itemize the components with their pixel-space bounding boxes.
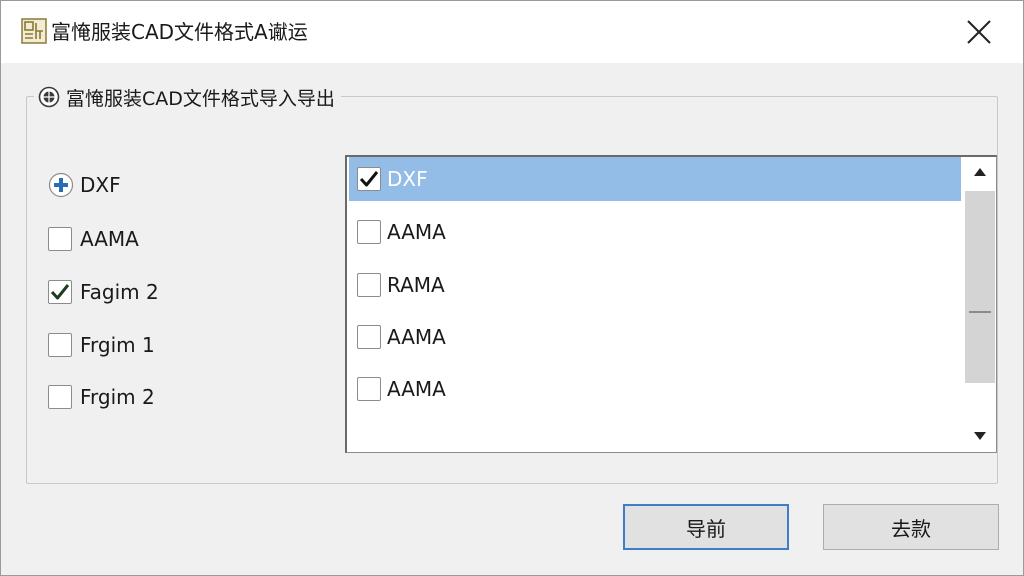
list-item[interactable]: DXF <box>349 157 961 201</box>
option-label: Frgim 1 <box>80 333 155 357</box>
list-item-label: DXF <box>387 167 428 191</box>
list-item-label: AAMA <box>387 325 446 349</box>
scroll-down-button[interactable] <box>963 421 996 451</box>
import-button[interactable]: 导前 <box>623 504 789 550</box>
list-item[interactable]: RAMA <box>349 263 961 307</box>
checkbox[interactable] <box>48 333 72 357</box>
triangle-up-icon <box>974 168 986 176</box>
list-item[interactable]: AAMA <box>349 367 961 411</box>
option-frgim-1[interactable]: Frgim 1 <box>48 330 155 360</box>
dialog-window: 富㤿服装CAD文件格式A谳运 富㤿服装CAD文件格式导入导出 DXF AAMA … <box>0 0 1024 576</box>
checkbox[interactable] <box>48 227 72 251</box>
title-bar[interactable]: 富㤿服装CAD文件格式A谳运 <box>1 1 1023 63</box>
app-logo-icon <box>21 18 47 44</box>
option-dxf[interactable]: DXF <box>48 170 121 200</box>
cancel-button[interactable]: 去款 <box>823 504 999 550</box>
list-item[interactable]: AAMA <box>349 210 961 254</box>
option-label: Frgim 2 <box>80 385 155 409</box>
checkbox[interactable] <box>357 167 381 191</box>
checkbox[interactable] <box>357 325 381 349</box>
option-frgim-2[interactable]: Frgim 2 <box>48 382 155 412</box>
checkmark-icon <box>359 171 379 187</box>
checkmark-icon <box>50 284 70 300</box>
option-label: Fagim 2 <box>80 280 159 304</box>
scroll-track[interactable] <box>965 191 995 383</box>
list-item-label: AAMA <box>387 377 446 401</box>
checkbox[interactable] <box>48 385 72 409</box>
plus-circle-icon <box>48 172 74 198</box>
vertical-scrollbar[interactable] <box>963 157 996 452</box>
checkbox[interactable] <box>357 377 381 401</box>
disc-icon <box>38 86 60 108</box>
scroll-up-button[interactable] <box>963 157 996 187</box>
checkbox[interactable] <box>48 280 72 304</box>
list-item[interactable]: AAMA <box>349 315 961 359</box>
expand-toggle[interactable] <box>48 172 74 198</box>
triangle-down-icon <box>974 432 986 440</box>
option-fagim-2[interactable]: Fagim 2 <box>48 277 159 307</box>
list-item-label: RAMA <box>387 273 445 297</box>
list-item-label: AAMA <box>387 220 446 244</box>
checkbox[interactable] <box>357 220 381 244</box>
window-title: 富㤿服装CAD文件格式A谳运 <box>51 20 308 44</box>
checkbox[interactable] <box>357 273 381 297</box>
groupbox-legend: 富㤿服装CAD文件格式导入导出 <box>34 85 341 110</box>
option-aama[interactable]: AAMA <box>48 224 139 254</box>
format-listbox[interactable]: DXF AAMA RAMA AAMA AAMA <box>345 155 997 453</box>
close-icon <box>967 20 991 44</box>
groupbox-title: 富㤿服装CAD文件格式导入导出 <box>66 87 335 110</box>
option-label: AAMA <box>80 227 139 251</box>
scroll-thumb-grip[interactable] <box>969 311 991 313</box>
close-button[interactable] <box>959 13 999 51</box>
dialog-client-area: 富㤿服装CAD文件格式导入导出 DXF AAMA Fagim 2 Frgim 1… <box>1 63 1023 575</box>
option-label: DXF <box>80 173 121 197</box>
